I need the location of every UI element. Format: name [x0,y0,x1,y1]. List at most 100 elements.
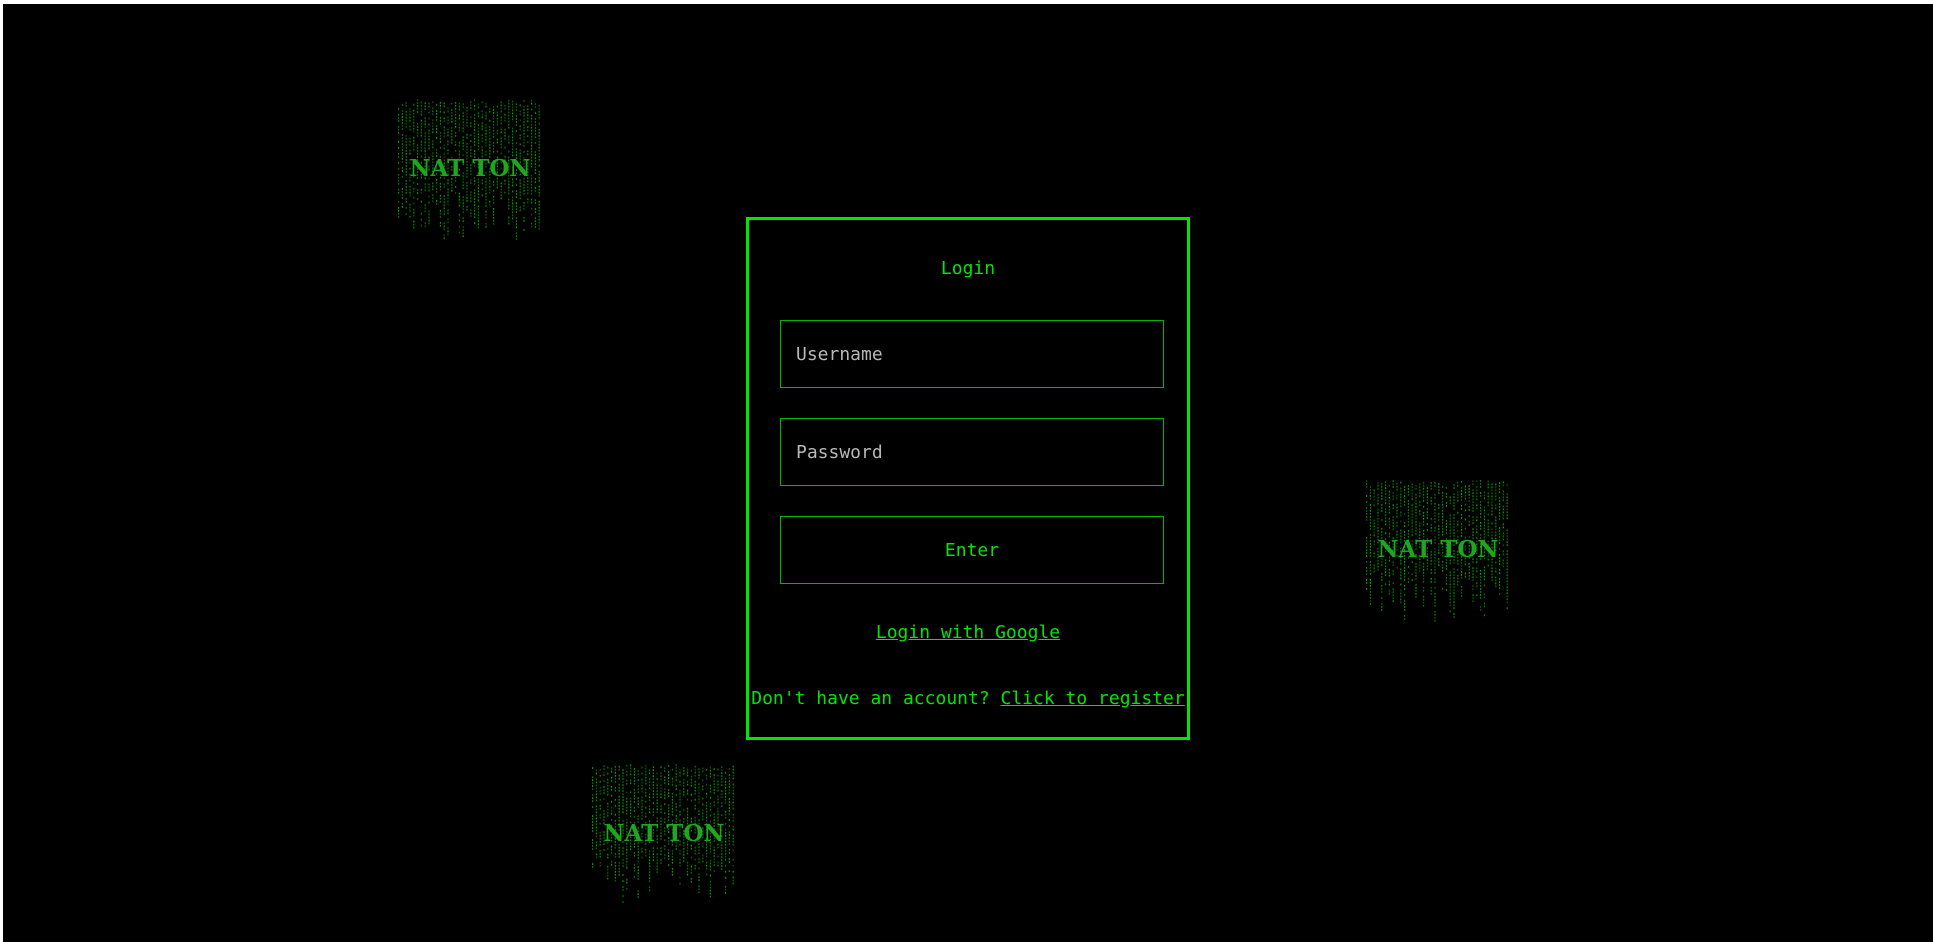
rain-glyph [1415,511,1417,514]
rain-glyph [474,216,476,218]
rain-glyph [725,798,727,801]
rain-glyph [1453,502,1455,504]
password-input[interactable] [780,418,1164,486]
rain-glyph [443,147,445,150]
rain-glyph [611,788,613,791]
rain-glyph [1392,507,1394,510]
rain-glyph [637,854,639,857]
rain-glyph [1366,507,1368,509]
rain-glyph [474,189,476,191]
rain-glyph [1434,505,1436,508]
rain-glyph [1377,532,1379,535]
rain-glyph [519,197,521,200]
rain-glyph [1430,499,1432,502]
rain-glyph [1491,492,1493,495]
rain-glyph [637,770,639,773]
rain-glyph [458,108,460,111]
rain-glyph [694,792,696,795]
rain-glyph [515,151,517,154]
rain-glyph [1457,574,1459,577]
rain-glyph [668,792,670,794]
rain-glyph [534,121,536,123]
rain-glyph [1400,589,1402,592]
rain-glyph [1499,518,1501,520]
rain-glyph [401,110,403,112]
rain-glyph [413,112,415,115]
rain-glyph [668,771,670,773]
rain-glyph [649,811,651,814]
rain-glyph [660,805,662,808]
rain-glyph [709,850,711,853]
register-prompt: Don't have an account? [751,688,1001,709]
rain-glyph [413,202,415,205]
rain-glyph [405,201,407,203]
login-with-google-link[interactable]: Login with Google [876,622,1060,643]
rain-glyph [455,113,457,116]
rain-glyph [1506,589,1508,592]
rain-glyph [1449,589,1451,592]
rain-glyph [1483,515,1485,518]
rain-glyph [1506,511,1508,514]
rain-glyph [489,137,491,140]
username-input[interactable] [780,320,1164,388]
rain-glyph [656,853,658,856]
rain-glyph [474,213,476,215]
rain-glyph [683,847,685,850]
rain-glyph [614,855,616,858]
rain-glyph [1400,490,1402,493]
rain-glyph [531,186,533,189]
rain-glyph [504,113,506,116]
rain-glyph [713,786,715,788]
rain-glyph [428,111,430,114]
rain-glyph [1480,582,1482,584]
rain-glyph [1434,592,1436,595]
rain-glyph [630,815,632,818]
register-link[interactable]: Click to register [1001,688,1185,709]
rain-glyph [420,128,422,131]
rain-glyph [1499,578,1501,580]
rain-glyph [622,886,624,888]
rain-glyph [626,863,628,866]
rain-glyph [679,771,681,774]
rain-glyph [466,106,468,109]
rain-glyph [637,779,639,782]
rain-glyph [649,796,651,799]
rain-glyph [443,213,445,216]
rain-glyph [679,804,681,807]
rain-glyph [1495,519,1497,522]
rain-glyph [477,112,479,115]
rain-glyph [706,792,708,795]
rain-glyph [611,785,613,788]
rain-glyph [1480,609,1482,611]
rain-glyph [1449,514,1451,517]
rain-glyph [618,801,620,804]
rain-glyph [1468,496,1470,499]
rain-glyph [679,849,681,852]
rain-glyph [458,204,460,207]
rain-glyph [1438,528,1440,530]
rain-glyph [694,846,696,849]
rain-glyph [637,848,639,851]
rain-glyph [504,116,506,119]
rain-glyph [485,213,487,216]
rain-glyph [599,864,601,867]
rain-glyph [721,766,723,769]
rain-glyph [474,108,476,110]
rain-glyph [466,136,468,139]
rain-glyph [432,146,434,149]
rain-glyph [515,106,517,109]
rain-glyph [477,187,479,190]
rain-glyph [614,789,616,792]
rain-glyph [1392,528,1394,531]
rain-glyph [1457,577,1459,580]
rain-glyph [1381,507,1383,509]
rain-glyph [1506,586,1508,589]
enter-button[interactable]: Enter [780,516,1164,584]
rain-glyph [717,813,719,816]
rain-glyph [515,202,517,205]
rain-glyph [702,770,704,773]
rain-glyph [713,792,715,794]
rain-glyph [428,141,430,144]
rain-glyph [428,222,430,225]
rain-glyph [709,874,711,877]
